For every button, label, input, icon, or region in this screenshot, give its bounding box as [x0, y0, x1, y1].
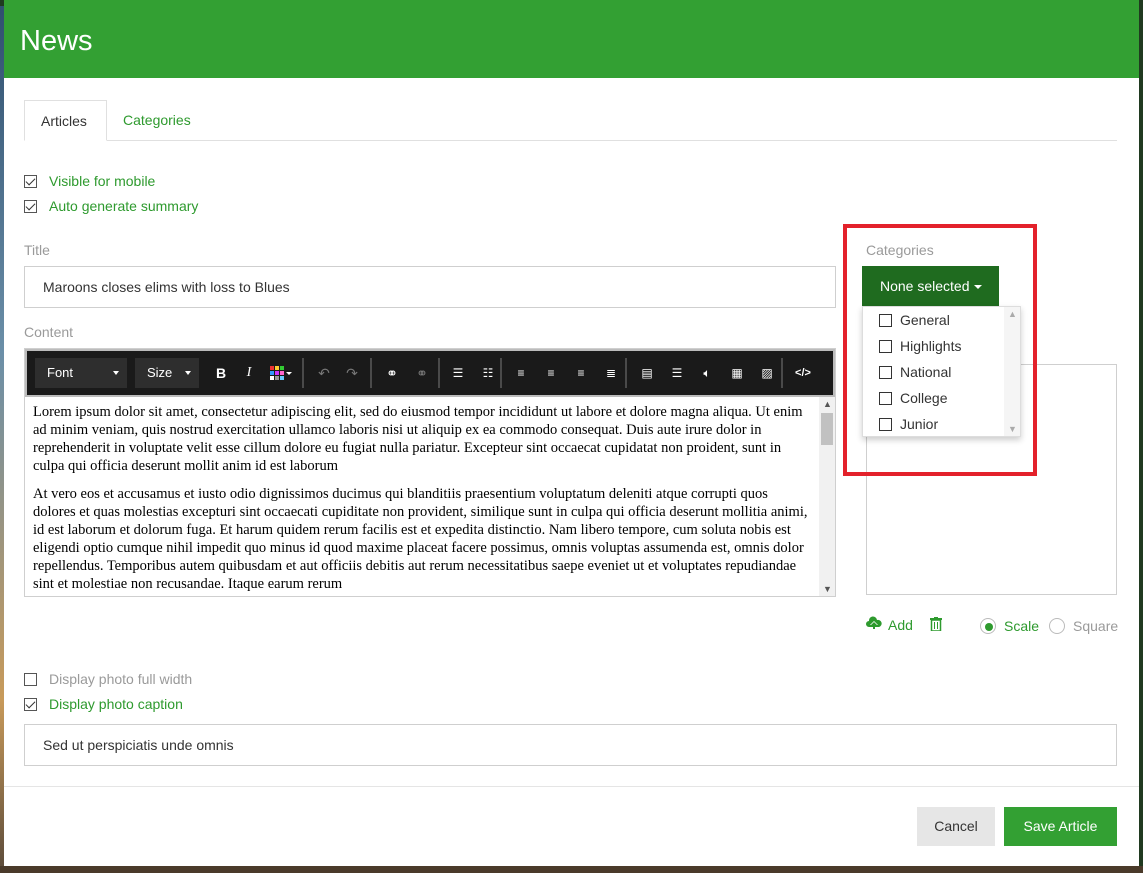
content-paragraph: At vero eos et accusamus et iusto odio d…: [33, 486, 808, 592]
modal-header: News: [4, 0, 1139, 78]
size-caret-icon: [185, 371, 191, 375]
auto-summary-checkbox[interactable]: [24, 199, 37, 213]
undo-icon[interactable]: ↶: [310, 358, 338, 388]
title-label: Title: [24, 242, 50, 258]
align-left-icon[interactable]: ≡: [507, 358, 535, 388]
visible-mobile-option[interactable]: Visible for mobile: [24, 172, 155, 190]
scroll-up-icon[interactable]: ▲: [823, 399, 832, 409]
full-width-option[interactable]: Display photo full width: [24, 670, 192, 688]
modal-title: News: [20, 25, 93, 57]
auto-summary-option[interactable]: Auto generate summary: [24, 197, 198, 215]
background-bottom: [0, 866, 1143, 873]
table-icon[interactable]: ▤: [633, 358, 661, 388]
italic-icon[interactable]: I: [235, 358, 263, 388]
horizontal-rule-icon[interactable]: ☰: [663, 358, 691, 388]
content-editor: Font Size B I ↶ ↷ ⚭ ⚭ ☰ ☷ ≡ ≡ ≡ ≣ ▤ ☰ 🔈︎…: [24, 348, 836, 597]
background-edge: [1139, 0, 1143, 873]
unordered-list-icon[interactable]: ☷: [474, 358, 502, 388]
content-paragraph: Lorem ipsum dolor sit amet, consectetur …: [33, 404, 803, 474]
toolbar-divider: [302, 358, 304, 388]
font-caret-icon: [113, 371, 119, 375]
font-select-label: Font: [47, 365, 74, 380]
caption-label: Display photo caption: [49, 696, 183, 712]
content-label: Content: [24, 324, 74, 340]
embed-icon[interactable]: ▦: [723, 358, 751, 388]
size-select[interactable]: Size: [135, 358, 199, 388]
toolbar-divider: [781, 358, 783, 388]
highlight-annotation: [843, 224, 1037, 476]
link-icon[interactable]: ⚭: [378, 358, 406, 388]
audio-icon[interactable]: 🔈︎: [693, 358, 721, 388]
editor-content-area[interactable]: Lorem ipsum dolor sit amet, consectetur …: [25, 397, 819, 596]
caption-checkbox[interactable]: [24, 697, 37, 711]
save-article-button[interactable]: Save Article: [1004, 807, 1117, 846]
caption-option[interactable]: Display photo caption: [24, 695, 183, 713]
square-label: Square: [1073, 618, 1119, 634]
toolbar-divider: [370, 358, 372, 388]
cancel-button[interactable]: Cancel: [917, 807, 995, 846]
tab-articles[interactable]: Articles: [24, 100, 107, 141]
align-right-icon[interactable]: ≡: [567, 358, 595, 388]
square-radio[interactable]: [1049, 618, 1065, 634]
tab-categories[interactable]: Categories: [107, 100, 207, 141]
source-code-icon[interactable]: </>: [789, 358, 817, 388]
image-icon[interactable]: ▨: [753, 358, 781, 388]
add-image-button[interactable]: Add: [866, 616, 913, 633]
unlink-icon[interactable]: ⚭: [408, 358, 436, 388]
redo-icon[interactable]: ↷: [338, 358, 366, 388]
full-width-checkbox[interactable]: [24, 672, 37, 686]
scroll-down-icon[interactable]: ▼: [823, 584, 832, 594]
full-width-label: Display photo full width: [49, 671, 193, 687]
auto-summary-label: Auto generate summary: [49, 198, 199, 214]
font-select[interactable]: Font: [35, 358, 127, 388]
editor-scrollbar[interactable]: ▲ ▼: [819, 397, 835, 596]
square-radio-option[interactable]: Square: [1049, 618, 1118, 634]
align-justify-icon[interactable]: ≣: [597, 358, 625, 388]
scale-radio[interactable]: [980, 618, 996, 634]
bold-icon[interactable]: B: [207, 358, 235, 388]
trash-icon: [930, 617, 942, 634]
visible-mobile-label: Visible for mobile: [49, 173, 156, 189]
color-picker-icon[interactable]: [263, 358, 299, 388]
delete-image-button[interactable]: [930, 617, 942, 634]
toolbar-divider: [438, 358, 440, 388]
editor-scroll-thumb[interactable]: [821, 413, 833, 445]
align-center-icon[interactable]: ≡: [537, 358, 565, 388]
caption-input[interactable]: Sed ut perspiciatis unde omnis: [24, 724, 1117, 766]
scale-radio-option[interactable]: Scale: [980, 618, 1039, 634]
ordered-list-icon[interactable]: ☰: [444, 358, 472, 388]
toolbar-divider: [625, 358, 627, 388]
toolbar-divider: [500, 358, 502, 388]
visible-mobile-checkbox[interactable]: [24, 174, 37, 188]
add-image-label: Add: [888, 616, 913, 633]
title-input[interactable]: Maroons closes elims with loss to Blues: [24, 266, 836, 308]
footer-divider: [4, 786, 1139, 787]
editor-toolbar: Font Size B I ↶ ↷ ⚭ ⚭ ☰ ☷ ≡ ≡ ≡ ≣ ▤ ☰ 🔈︎…: [25, 349, 835, 397]
scale-label: Scale: [1004, 618, 1040, 634]
upload-cloud-icon: [866, 616, 882, 633]
tab-bar: Articles Categories: [24, 100, 1117, 141]
size-select-label: Size: [147, 365, 173, 380]
